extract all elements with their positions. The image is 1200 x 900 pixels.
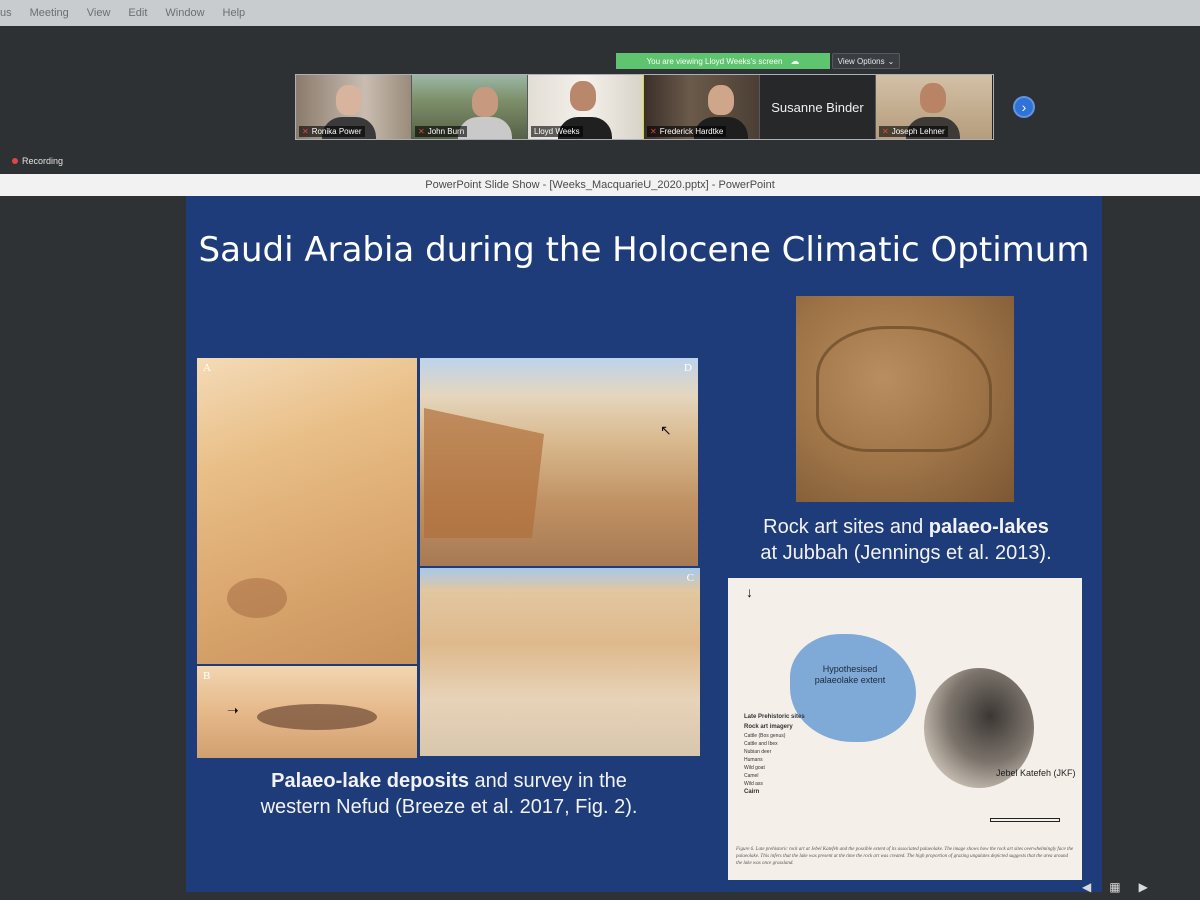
menu-window[interactable]: Window [165, 7, 204, 19]
participant-head [920, 83, 946, 113]
participant-tile[interactable]: ✕ Joseph Lehner [876, 75, 992, 139]
photo-label-b: B [203, 670, 211, 682]
caption-right-text-1: Rock art sites and [763, 516, 929, 538]
participant-name: Joseph Lehner [891, 127, 945, 136]
participant-name: Ronika Power [311, 127, 362, 136]
figure-caption: Figure 6. Late prehistoric rock art at J… [736, 847, 1074, 866]
recording-indicator: Recording [12, 156, 63, 166]
photo-label-d: D [684, 362, 692, 374]
legend-item: Cattle (Bos genus) [744, 733, 786, 740]
slideshow-controls: ◀ ▦ ▶ [1082, 880, 1148, 894]
menu-meeting[interactable]: Meeting [30, 7, 69, 19]
next-slide-icon[interactable]: ▶ [1139, 880, 1148, 894]
participant-name-tag: Lloyd Weeks [531, 126, 583, 137]
photo-label-a: A [203, 362, 211, 374]
menu-help[interactable]: Help [223, 7, 246, 19]
arrow-up-left-icon: ↖ [660, 422, 672, 438]
cloud-icon: ☁ [790, 55, 800, 66]
participant-head [570, 81, 596, 111]
caption-right: Rock art sites and palaeo-lakes at Jubba… [726, 514, 1086, 566]
legend-item: Camel [744, 773, 759, 780]
participant-tile-no-video[interactable]: Susanne Binder [760, 75, 876, 139]
participant-head [708, 85, 734, 115]
legend-item: Cattle and Ibex [744, 741, 778, 748]
participant-tile[interactable]: ✕ Ronika Power [296, 75, 412, 139]
mac-menu-bar: us Meeting View Edit Window Help [0, 0, 1200, 26]
next-page-arrow-icon[interactable]: › [1013, 96, 1035, 118]
legend-title: Late Prehistoric sites [744, 714, 805, 720]
muted-mic-icon: ✕ [302, 127, 309, 136]
caption-left-bold: Palaeo-lake deposits [271, 770, 469, 792]
participant-tile[interactable]: ✕ John Burn [412, 75, 528, 139]
muted-mic-icon: ✕ [882, 127, 889, 136]
caption-right-bold: palaeo-lakes [928, 516, 1049, 538]
caption-right-text-2: at Jubbah (Jennings et al. 2013). [760, 542, 1052, 564]
participant-name-tag: ✕ Joseph Lehner [879, 126, 948, 137]
palaeolake-shape [790, 634, 916, 742]
legend-item: Wild goat [744, 765, 765, 772]
legend-item: Wild ass [744, 781, 763, 788]
chevron-down-icon: ⌄ [887, 56, 895, 66]
legend-item: Nubian deer [744, 749, 772, 756]
powerpoint-window-title: PowerPoint Slide Show - [Weeks_Macquarie… [0, 174, 1200, 196]
jubbah-map-figure: ↓ Hypothesised palaeolake extent Jebel K… [728, 578, 1082, 880]
participant-name: Susanne Binder [771, 99, 864, 115]
share-banner-text: You are viewing Lloyd Weeks's screen [646, 56, 783, 66]
recording-label: Recording [22, 156, 64, 166]
photo-label-c: C [686, 572, 694, 584]
mountain-label: Jebel Katefeh (JKF) [996, 768, 1076, 778]
photo-palaeolake-deposit: B ➝ [197, 666, 417, 758]
participant-tile-active-speaker[interactable]: Lloyd Weeks [528, 75, 644, 139]
view-options-label: View Options [837, 56, 885, 66]
photo-desert-aerial: A [197, 358, 417, 664]
caption-left: Palaeo-lake deposits and survey in the w… [196, 768, 702, 820]
zoom-meeting-header: You are viewing Lloyd Weeks's screen ☁ V… [0, 26, 1200, 174]
slide-title: Saudi Arabia during the Holocene Climati… [198, 230, 1090, 270]
participant-name: Lloyd Weeks [534, 127, 580, 136]
participant-name: John Burn [427, 127, 465, 136]
photo-rock-art [796, 296, 1014, 502]
caption-left-text-2: western Nefud (Breeze et al. 2017, Fig. … [260, 796, 638, 818]
menu-app[interactable]: us [0, 7, 12, 19]
participant-gallery: ✕ Ronika Power ✕ John Burn Lloyd Weeks ✕ Fr… [295, 74, 994, 140]
recording-dot-icon [12, 158, 18, 164]
map-legend: Late Prehistoric sites Rock art imagery … [744, 713, 805, 798]
north-arrow-icon: ↓ [746, 584, 753, 600]
muted-mic-icon: ✕ [418, 127, 425, 136]
participant-head [336, 85, 362, 115]
participant-name: Frederick Hardtke [659, 127, 724, 136]
photo-lake-sediment-outcrop: D ↖ [420, 358, 698, 566]
view-options-button[interactable]: View Options ⌄ [832, 53, 900, 69]
lake-label: Hypothesised palaeolake extent [814, 664, 886, 685]
scale-bar [990, 818, 1060, 822]
muted-mic-icon: ✕ [650, 127, 657, 136]
participant-name-tag: ✕ Ronika Power [299, 126, 365, 137]
previous-slide-icon[interactable]: ◀ [1082, 880, 1091, 894]
screen-share-banner: You are viewing Lloyd Weeks's screen ☁ [616, 53, 830, 69]
participant-head [472, 87, 498, 117]
menu-edit[interactable]: Edit [128, 7, 147, 19]
screen: us Meeting View Edit Window Help You are… [0, 0, 1200, 900]
participant-name-tag: ✕ John Burn [415, 126, 468, 137]
slide-sorter-icon[interactable]: ▦ [1109, 880, 1120, 894]
participant-name-tag: ✕ Frederick Hardtke [647, 126, 727, 137]
menu-view[interactable]: View [87, 7, 111, 19]
legend-cairn: Cairn [744, 789, 760, 796]
arrow-right-icon: ➝ [227, 702, 239, 718]
legend-item: Humans [744, 757, 763, 764]
caption-left-text-1: and survey in the [469, 770, 627, 792]
photo-survey-dunes: C [420, 568, 700, 756]
participant-tile[interactable]: ✕ Frederick Hardtke [644, 75, 760, 139]
legend-subtitle: Rock art imagery [744, 723, 793, 730]
